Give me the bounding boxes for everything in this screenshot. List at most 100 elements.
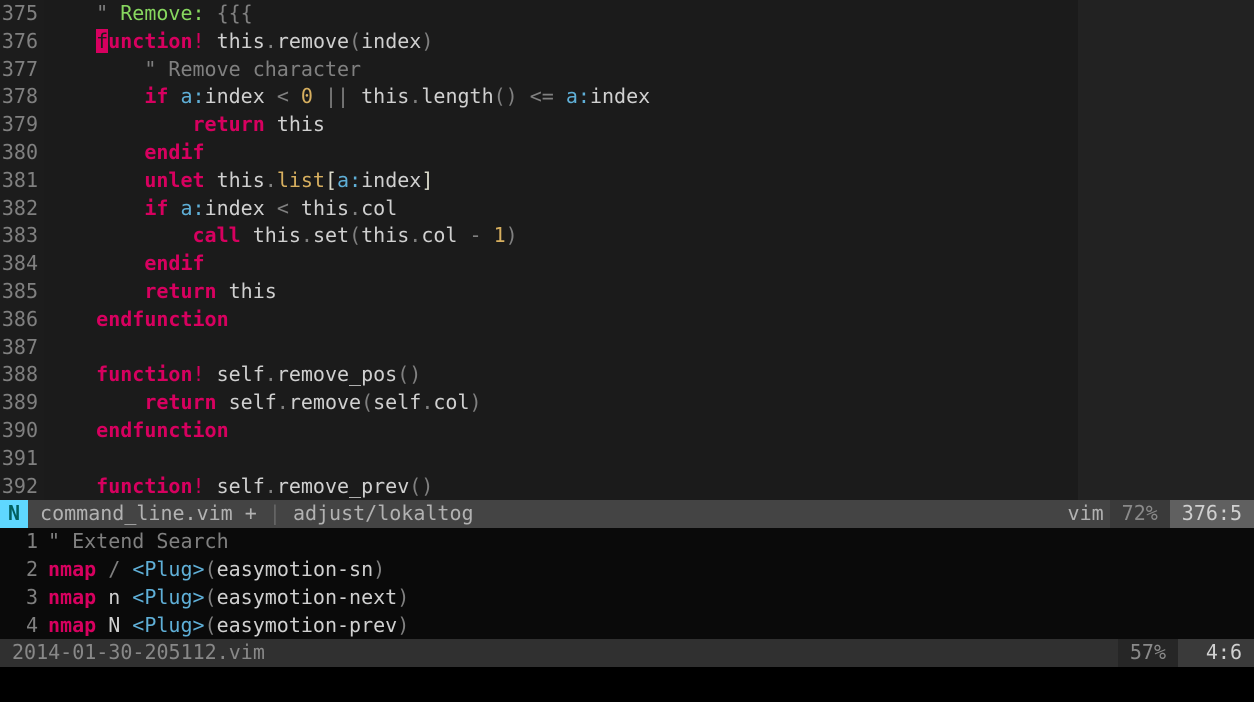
- cursor-position: 4:6: [1178, 639, 1254, 667]
- overflow-column: [1078, 389, 1254, 417]
- overflow-column: [1078, 28, 1254, 56]
- code-line[interactable]: 375 " Remove: {{{: [0, 0, 1254, 28]
- line-number: 377: [0, 56, 44, 84]
- line-number: 379: [0, 111, 44, 139]
- code-line[interactable]: 3nmap n <Plug>(easymotion-next): [0, 584, 1254, 612]
- code-line[interactable]: 383 call this.set(this.col - 1): [0, 222, 1254, 250]
- code-content[interactable]: unlet this.list[a:index]: [44, 167, 1078, 195]
- line-number: 389: [0, 389, 44, 417]
- line-number: 387: [0, 334, 44, 362]
- code-line[interactable]: 390 endfunction: [0, 417, 1254, 445]
- cursor-position: 376:5: [1170, 500, 1254, 528]
- overflow-column: [1078, 278, 1254, 306]
- line-number: 392: [0, 473, 44, 501]
- code-line[interactable]: 392 function! self.remove_prev(): [0, 473, 1254, 501]
- overflow-column: [1078, 83, 1254, 111]
- code-line[interactable]: 380 endif: [0, 139, 1254, 167]
- bottom-pane[interactable]: 1" Extend Search2nmap / <Plug>(easymotio…: [0, 528, 1254, 639]
- code-content[interactable]: nmap n <Plug>(easymotion-next): [44, 584, 1078, 612]
- line-number: 375: [0, 0, 44, 28]
- overflow-column: [1078, 473, 1254, 501]
- overflow-column: [1078, 111, 1254, 139]
- line-number: 390: [0, 417, 44, 445]
- overflow-column: [1078, 612, 1254, 640]
- code-content[interactable]: return self.remove(self.col): [44, 389, 1078, 417]
- overflow-column: [1078, 195, 1254, 223]
- overflow-column: [1078, 556, 1254, 584]
- code-content[interactable]: function! self.remove_prev(): [44, 473, 1078, 501]
- code-line[interactable]: 384 endif: [0, 250, 1254, 278]
- code-line[interactable]: 381 unlet this.list[a:index]: [0, 167, 1254, 195]
- code-content[interactable]: if a:index < 0 || this.length() <= a:ind…: [44, 83, 1078, 111]
- overflow-column: [1078, 0, 1254, 28]
- code-line[interactable]: 389 return self.remove(self.col): [0, 389, 1254, 417]
- code-line[interactable]: 376 function! this.remove(index): [0, 28, 1254, 56]
- line-number: 1: [0, 528, 44, 556]
- code-line[interactable]: 385 return this: [0, 278, 1254, 306]
- overflow-column: [1078, 222, 1254, 250]
- code-content[interactable]: endfunction: [44, 417, 1078, 445]
- code-line[interactable]: 1" Extend Search: [0, 528, 1254, 556]
- code-line[interactable]: 382 if a:index < this.col: [0, 195, 1254, 223]
- line-number: 384: [0, 250, 44, 278]
- code-content[interactable]: [44, 445, 1078, 473]
- overflow-column: [1078, 528, 1254, 556]
- code-line[interactable]: 2nmap / <Plug>(easymotion-sn): [0, 556, 1254, 584]
- line-number: 386: [0, 306, 44, 334]
- line-number: 388: [0, 361, 44, 389]
- code-line[interactable]: 377 " Remove character: [0, 56, 1254, 84]
- code-content[interactable]: endif: [44, 139, 1078, 167]
- code-content[interactable]: nmap N <Plug>(easymotion-prev): [44, 612, 1078, 640]
- line-number: 383: [0, 222, 44, 250]
- overflow-column: [1078, 139, 1254, 167]
- line-number: 2: [0, 556, 44, 584]
- code-line[interactable]: 388 function! self.remove_pos(): [0, 361, 1254, 389]
- line-number: 381: [0, 167, 44, 195]
- code-line[interactable]: 386 endfunction: [0, 306, 1254, 334]
- overflow-column: [1078, 584, 1254, 612]
- code-content[interactable]: [44, 334, 1078, 362]
- overflow-column: [1078, 334, 1254, 362]
- filetype-indicator: vim: [1062, 500, 1110, 528]
- overflow-column: [1078, 56, 1254, 84]
- line-number: 376: [0, 28, 44, 56]
- vim-editor: 375 " Remove: {{{376 function! this.remo…: [0, 0, 1254, 702]
- statusline-active: N command_line.vim + | adjust/lokaltog v…: [0, 500, 1254, 528]
- mode-indicator: N: [0, 500, 28, 528]
- code-line[interactable]: 4nmap N <Plug>(easymotion-prev): [0, 612, 1254, 640]
- code-line[interactable]: 387: [0, 334, 1254, 362]
- cursor: f: [96, 29, 108, 53]
- line-number: 3: [0, 584, 44, 612]
- overflow-column: [1078, 445, 1254, 473]
- overflow-column: [1078, 361, 1254, 389]
- line-number: 391: [0, 445, 44, 473]
- code-content[interactable]: function! this.remove(index): [44, 28, 1078, 56]
- overflow-column: [1078, 167, 1254, 195]
- code-line[interactable]: 378 if a:index < 0 || this.length() <= a…: [0, 83, 1254, 111]
- line-number: 4: [0, 612, 44, 640]
- code-content[interactable]: endfunction: [44, 306, 1078, 334]
- percent-indicator: 57%: [1118, 639, 1178, 667]
- line-number: 382: [0, 195, 44, 223]
- top-pane[interactable]: 375 " Remove: {{{376 function! this.remo…: [0, 0, 1254, 500]
- overflow-column: [1078, 417, 1254, 445]
- line-number: 385: [0, 278, 44, 306]
- line-number: 378: [0, 83, 44, 111]
- line-number: 380: [0, 139, 44, 167]
- code-content[interactable]: nmap / <Plug>(easymotion-sn): [44, 556, 1078, 584]
- code-content[interactable]: return this: [44, 278, 1078, 306]
- code-content[interactable]: function! self.remove_pos(): [44, 361, 1078, 389]
- code-content[interactable]: " Remove: {{{: [44, 0, 1078, 28]
- code-content[interactable]: endif: [44, 250, 1078, 278]
- overflow-column: [1078, 306, 1254, 334]
- status-filename: command_line.vim + | adjust/lokaltog: [34, 500, 480, 528]
- code-line[interactable]: 379 return this: [0, 111, 1254, 139]
- code-content[interactable]: return this: [44, 111, 1078, 139]
- code-content[interactable]: " Remove character: [44, 56, 1078, 84]
- overflow-column: [1078, 250, 1254, 278]
- status-filename: 2014-01-30-205112.vim: [0, 639, 271, 667]
- code-content[interactable]: " Extend Search: [44, 528, 1078, 556]
- code-content[interactable]: call this.set(this.col - 1): [44, 222, 1078, 250]
- code-line[interactable]: 391: [0, 445, 1254, 473]
- code-content[interactable]: if a:index < this.col: [44, 195, 1078, 223]
